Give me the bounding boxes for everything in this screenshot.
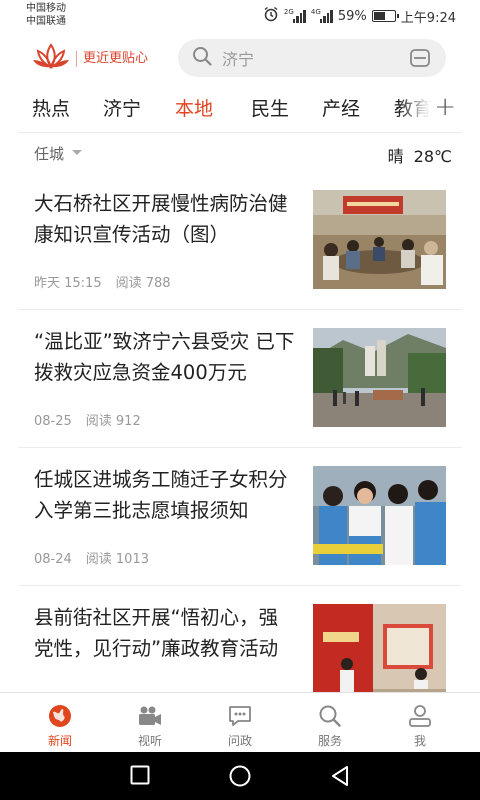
alarm-icon (263, 6, 279, 26)
news-item[interactable]: 任城区进城务工随迁子女积分入学第三批志愿填报须知 08-24 阅读 1013 (0, 448, 480, 586)
news-item[interactable]: 大石桥社区开展慢性病防治健康知识宣传活动（图） 昨天 15:15 阅读 788 (0, 172, 480, 310)
news-thumbnail (313, 604, 446, 692)
news-list: 大石桥社区开展慢性病防治健康知识宣传活动（图） 昨天 15:15 阅读 788 “… (0, 172, 480, 692)
search-icon (192, 46, 212, 70)
caret-down-icon (72, 150, 82, 155)
back-triangle-icon[interactable] (330, 765, 350, 791)
lotus-logo-icon (32, 42, 70, 76)
nav-news[interactable]: 新闻 (12, 693, 108, 753)
category-tabs: 热点 济宁 本地 民生 产经 教育 + (0, 86, 480, 130)
nav-me-label: 我 (413, 734, 426, 748)
location-selector[interactable]: 任城 (34, 143, 64, 164)
tab-jining[interactable]: 济宁 (103, 94, 141, 121)
news-item[interactable]: “温比亚”致济宁六县受灾 已下拨救灾应急资金400万元 08-25 阅读 912 (0, 310, 480, 448)
news-date: 昨天 15:15 (34, 276, 102, 291)
nav-service-label: 服务 (317, 734, 342, 748)
news-date: 08-24 (34, 552, 72, 567)
news-thumbnail (313, 190, 446, 289)
search-placeholder: 济宁 (222, 50, 255, 69)
nav-video[interactable]: 视听 (102, 693, 198, 753)
news-title: 大石桥社区开展慢性病防治健康知识宣传活动（图） (34, 192, 288, 246)
news-reads: 阅读 912 (85, 414, 141, 429)
signal-icon-2: 4G (310, 8, 333, 23)
news-title: “温比亚”致济宁六县受灾 已下拨救灾应急资金400万元 (34, 330, 295, 384)
nav-politics-label: 问政 (227, 734, 252, 748)
bottom-nav: 新闻 视听 问政 服务 我 (0, 692, 480, 752)
square-icon[interactable] (130, 765, 150, 789)
tab-hot[interactable]: 热点 (32, 94, 70, 121)
carrier-2: 中国联通 (26, 16, 66, 27)
weather-temperature: 28℃ (413, 147, 452, 166)
tab-livelihood[interactable]: 民生 (251, 94, 289, 121)
nav-me[interactable]: 我 (372, 693, 468, 753)
news-reads: 阅读 788 (115, 276, 171, 291)
globe-icon (48, 703, 72, 729)
network-type-1: 2G (283, 8, 294, 16)
weather-info: 晴 28℃ (388, 143, 452, 167)
clock: 上午9:24 (400, 10, 456, 26)
news-item[interactable]: 县前街社区开展“悟初心，强党性，见行动”廉政教育活动 (0, 586, 480, 692)
video-camera-icon (137, 703, 163, 729)
nav-video-label: 视听 (137, 734, 162, 748)
tab-industry[interactable]: 产经 (322, 94, 360, 121)
add-channel-icon[interactable]: + (434, 92, 456, 122)
battery-percent: 59% (337, 8, 367, 24)
app-header: 更近更贴心 济宁 (0, 32, 480, 86)
network-type-2: 4G (310, 8, 321, 16)
chat-bubble-icon (227, 703, 253, 729)
app-slogan: 更近更贴心 (76, 51, 148, 67)
news-thumbnail (313, 466, 446, 565)
news-title: 任城区进城务工随迁子女积分入学第三批志愿填报须知 (34, 468, 288, 522)
status-bar: 中国移动 中国联通 2G 4G 59% 上午9:24 (0, 0, 480, 32)
signal-icon-1: 2G (283, 8, 306, 23)
scan-icon[interactable] (410, 49, 430, 71)
carrier-1: 中国移动 (26, 3, 66, 14)
nav-service[interactable]: 服务 (282, 693, 378, 753)
nav-politics[interactable]: 问政 (192, 693, 288, 753)
news-title: 县前街社区开展“悟初心，强党性，见行动”廉政教育活动 (34, 606, 279, 660)
user-icon (408, 703, 432, 729)
search-icon (318, 703, 342, 729)
nav-news-label: 新闻 (47, 734, 72, 748)
news-reads: 阅读 1013 (85, 552, 149, 567)
app-logo[interactable]: 更近更贴心 (32, 42, 148, 76)
weather-condition: 晴 (387, 147, 404, 166)
circle-icon[interactable] (229, 765, 251, 791)
news-date: 08-25 (34, 414, 72, 429)
news-thumbnail (313, 328, 446, 427)
search-bar[interactable]: 济宁 (178, 39, 446, 77)
location-bar: 任城 晴 28℃ (0, 134, 480, 172)
battery-icon (371, 10, 399, 22)
system-nav-bar (0, 752, 480, 800)
tab-local[interactable]: 本地 (175, 94, 213, 121)
